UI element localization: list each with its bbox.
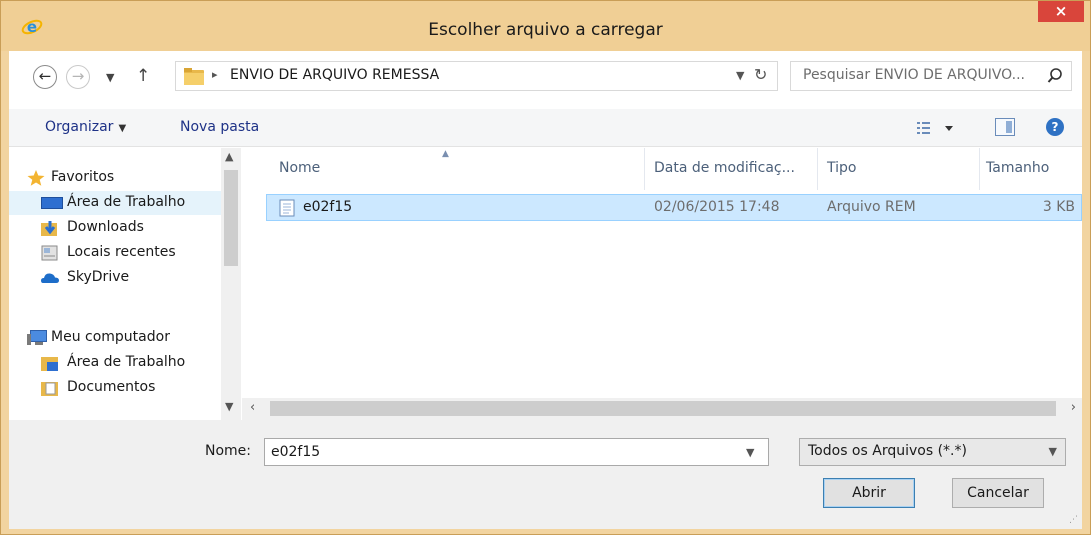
file-date: 02/06/2015 17:48 (654, 199, 780, 215)
file-list-scrollbar[interactable]: ‹ › (242, 398, 1082, 420)
help-icon[interactable]: ? (1046, 118, 1064, 136)
recent-places-icon (41, 245, 58, 261)
nav-label: Documentos (67, 379, 156, 395)
file-row[interactable]: e02f15 02/06/2015 17:48 Arquivo REM 3 KB (266, 194, 1082, 221)
scroll-up-icon[interactable]: ▲ (225, 150, 233, 163)
file-name-dropdown-icon[interactable]: ▼ (746, 446, 754, 459)
preview-pane-icon[interactable] (995, 118, 1015, 136)
back-button[interactable]: ← (33, 65, 57, 89)
desktop-folder-icon (41, 357, 58, 371)
nav-item-skydrive[interactable]: SkyDrive (9, 266, 221, 290)
column-divider[interactable] (979, 148, 980, 190)
desktop-icon (41, 197, 63, 209)
file-type-select[interactable]: Todos os Arquivos (*.*) ▼ (799, 438, 1066, 466)
column-divider[interactable] (644, 148, 645, 190)
downloads-icon (41, 221, 57, 236)
search-icon[interactable] (1047, 67, 1063, 85)
nav-label: Downloads (67, 219, 144, 235)
up-arrow-icon[interactable]: ↑ (136, 66, 150, 86)
file-list: Nome ▲ Data de modificaç... Tipo Tamanho… (242, 148, 1082, 398)
navigation-pane: Favoritos Área de Trabalho Downloads Loc… (9, 148, 241, 420)
file-open-dialog: e Escolher arquivo a carregar × ← → ▼ ↑ … (0, 0, 1091, 535)
cloud-icon (41, 273, 59, 283)
scroll-left-icon[interactable]: ‹ (250, 400, 255, 415)
search-box[interactable]: Pesquisar ENVIO DE ARQUIVO... (790, 61, 1072, 91)
resize-grip-icon[interactable]: ⋰ (1069, 515, 1078, 525)
file-name-label: Nome: (205, 443, 252, 459)
address-dropdown-icon[interactable]: ▼ (736, 69, 744, 82)
breadcrumb-folder[interactable]: ENVIO DE ARQUIVO REMESSA (230, 67, 439, 83)
recent-locations-dropdown-icon[interactable]: ▼ (106, 71, 114, 84)
nav-item-favoritos[interactable]: Favoritos (9, 166, 221, 190)
nav-item-documentos[interactable]: Documentos (9, 376, 221, 400)
nav-label: SkyDrive (67, 269, 130, 285)
breadcrumb-separator-icon[interactable]: ▸ (212, 68, 218, 81)
nav-item-area-de-trabalho-2[interactable]: Área de Trabalho (9, 351, 221, 375)
column-header-size[interactable]: Tamanho (986, 160, 1049, 176)
file-icon (279, 199, 295, 217)
column-header-name[interactable]: Nome (279, 160, 320, 176)
search-input[interactable]: Pesquisar ENVIO DE ARQUIVO... (803, 67, 1025, 83)
file-size: 3 KB (1042, 199, 1075, 215)
title-bar[interactable]: e Escolher arquivo a carregar × (1, 1, 1090, 51)
scrollbar-thumb[interactable] (224, 170, 238, 266)
nav-item-downloads[interactable]: Downloads (9, 216, 221, 240)
view-options-icon[interactable] (915, 118, 959, 138)
file-type: Arquivo REM (827, 199, 916, 215)
star-icon (27, 170, 45, 186)
nav-item-meu-computador[interactable]: Meu computador (9, 326, 221, 350)
scroll-right-icon[interactable]: › (1071, 400, 1076, 415)
file-name: e02f15 (303, 199, 353, 215)
documents-icon (41, 382, 58, 396)
chevron-down-icon: ▼ (1048, 445, 1057, 458)
organize-menu[interactable]: Organizar ▼ (45, 119, 126, 135)
column-header-type[interactable]: Tipo (827, 160, 856, 176)
close-button[interactable]: × (1038, 1, 1084, 22)
nav-label: Área de Trabalho (67, 194, 186, 210)
scrollbar-thumb[interactable] (270, 401, 1056, 416)
address-box[interactable]: ▸ ENVIO DE ARQUIVO REMESSA ▼ ↻ (175, 61, 778, 91)
nav-label: Favoritos (51, 169, 115, 185)
file-type-value: Todos os Arquivos (*.*) (808, 443, 967, 459)
refresh-icon[interactable]: ↻ (754, 65, 767, 84)
dialog-body: ← → ▼ ↑ ▸ ENVIO DE ARQUIVO REMESSA ▼ ↻ P… (9, 51, 1082, 529)
sort-ascending-icon: ▲ (442, 149, 449, 159)
computer-icon (27, 330, 47, 345)
dialog-title: Escolher arquivo a carregar (428, 20, 663, 40)
column-divider[interactable] (817, 148, 818, 190)
forward-button[interactable]: → (66, 65, 90, 89)
new-folder-button[interactable]: Nova pasta (180, 119, 259, 135)
nav-item-locais-recentes[interactable]: Locais recentes (9, 241, 221, 265)
file-name-input[interactable] (264, 438, 769, 466)
scroll-down-icon[interactable]: ▼ (225, 400, 233, 413)
navigation-scrollbar[interactable]: ▲ ▼ (221, 148, 241, 420)
address-row: ← → ▼ ↑ ▸ ENVIO DE ARQUIVO REMESSA ▼ ↻ P… (9, 51, 1082, 109)
caret-down-icon: ▼ (118, 123, 127, 134)
open-button[interactable]: Abrir (823, 478, 915, 508)
organize-label: Organizar (45, 119, 114, 135)
column-header-date[interactable]: Data de modificaç... (654, 160, 795, 176)
cancel-button[interactable]: Cancelar (952, 478, 1044, 508)
nav-label: Meu computador (51, 329, 170, 345)
folder-icon (184, 68, 204, 85)
dialog-footer: Nome: ▼ Todos os Arquivos (*.*) ▼ Abrir … (9, 420, 1082, 529)
command-toolbar: Organizar ▼ Nova pasta ? (9, 109, 1082, 147)
nav-label: Locais recentes (67, 244, 176, 260)
nav-item-area-de-trabalho[interactable]: Área de Trabalho (9, 191, 221, 215)
nav-label: Área de Trabalho (67, 354, 186, 370)
